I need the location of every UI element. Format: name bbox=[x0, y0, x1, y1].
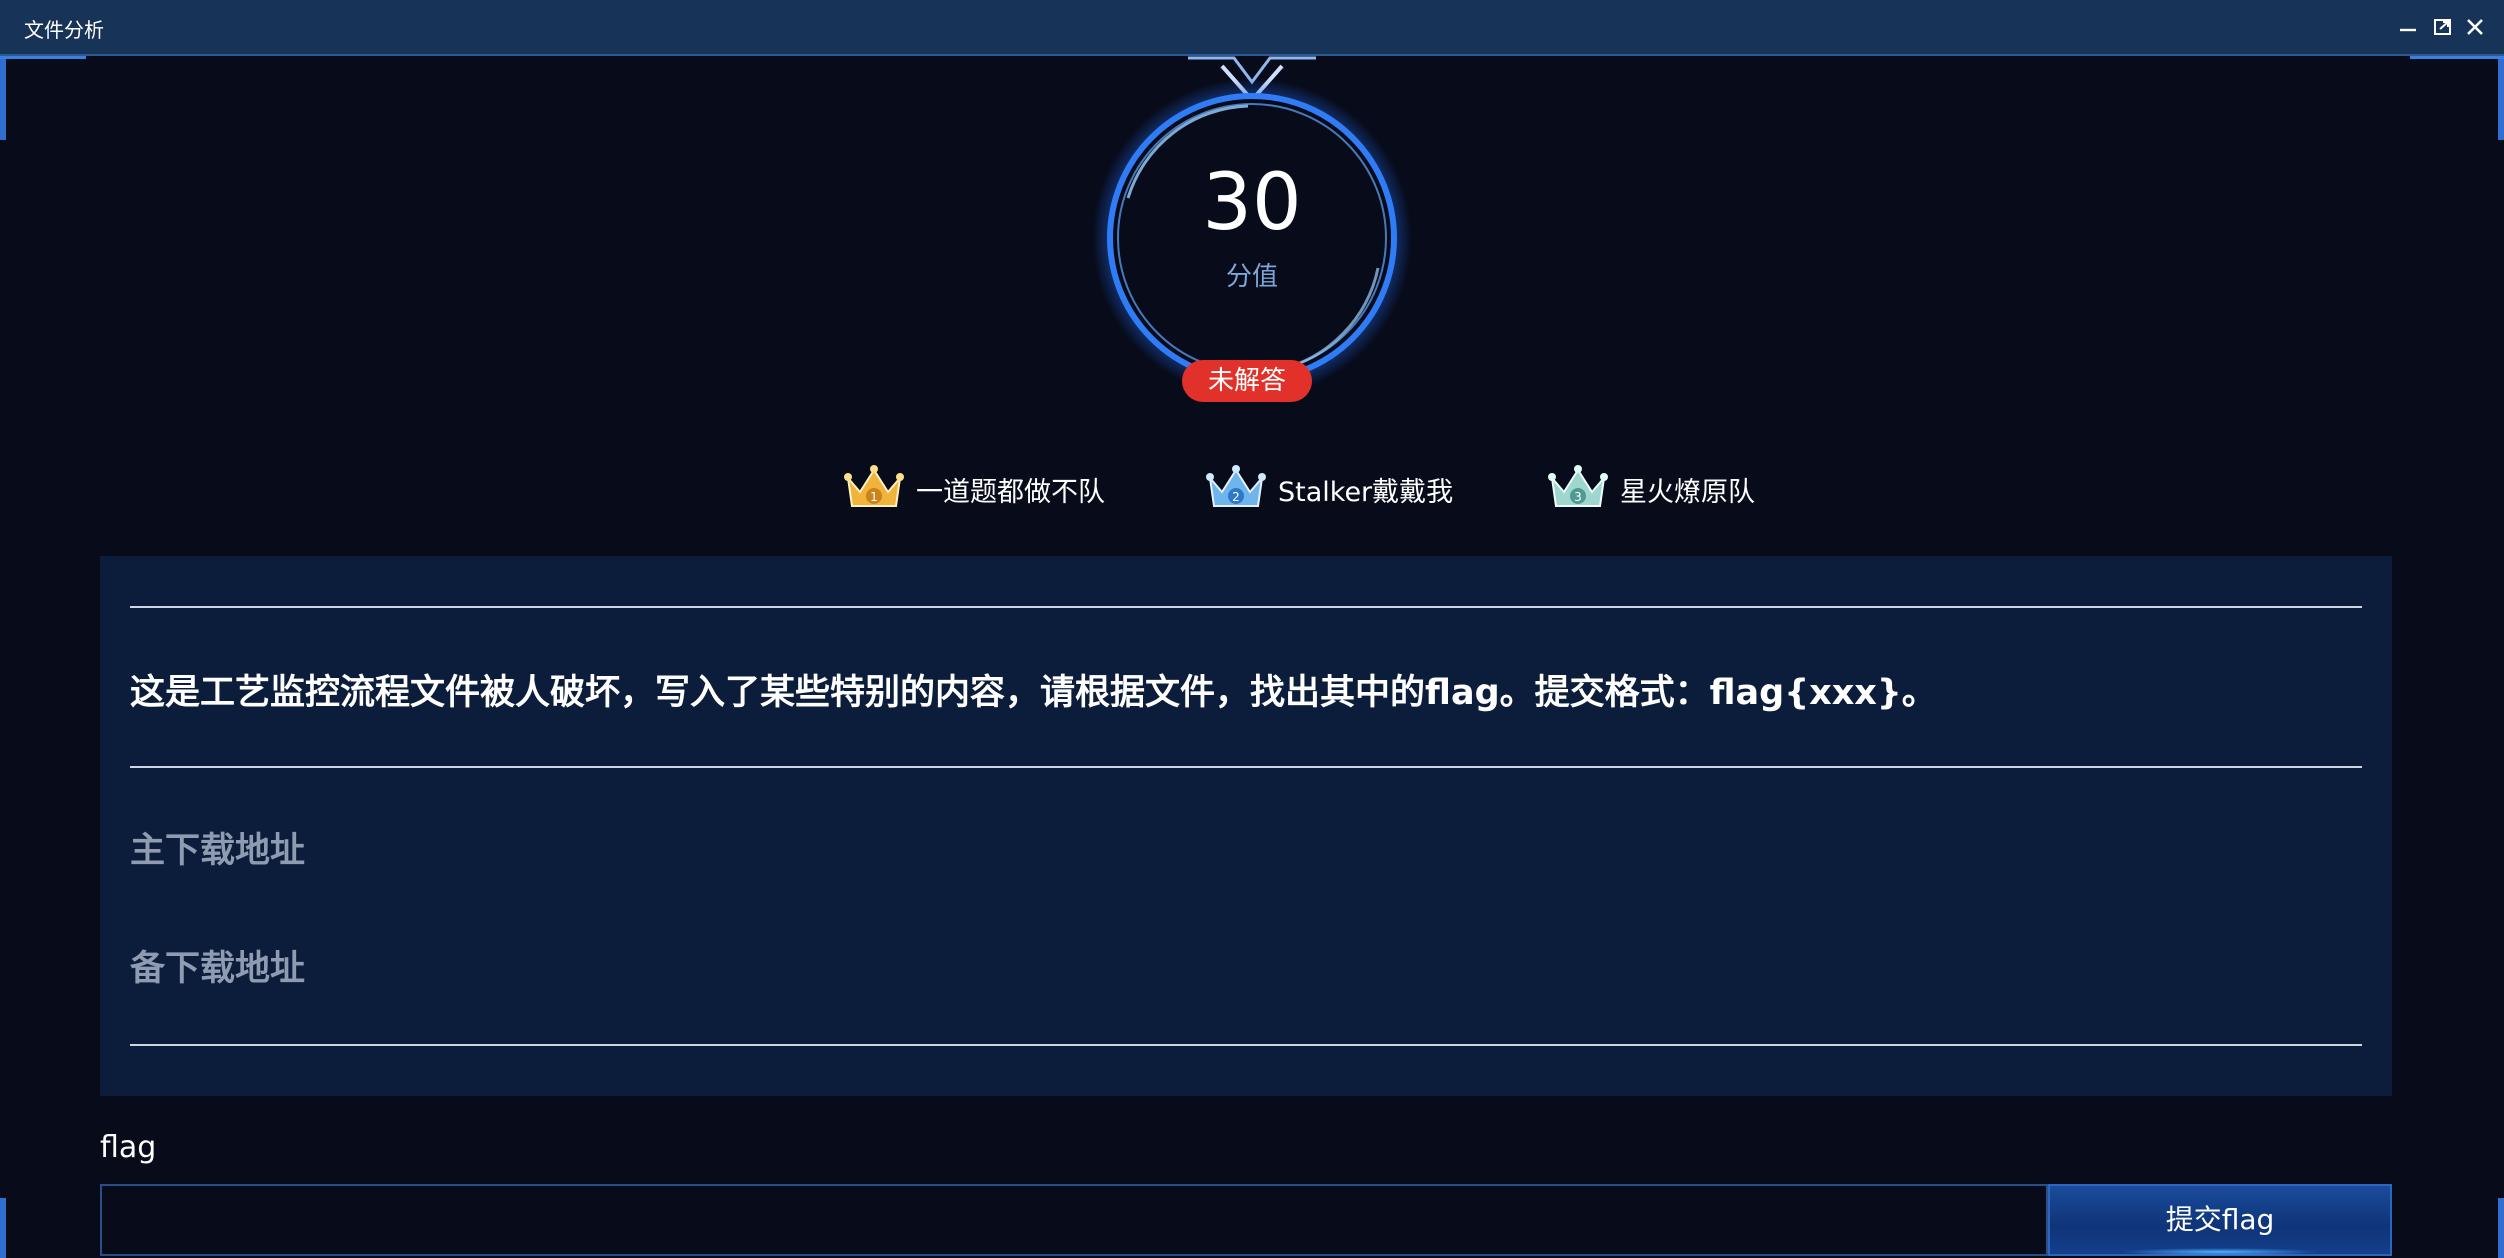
challenge-panel: 这是工艺监控流程文件被人破坏，写入了某些特别的内容，请根据文件，找出其中的fla… bbox=[100, 556, 2392, 1096]
flag-label: flag bbox=[100, 1130, 157, 1165]
maximize-icon[interactable] bbox=[2428, 12, 2458, 42]
close-icon[interactable] bbox=[2460, 12, 2490, 42]
divider bbox=[130, 766, 2362, 768]
app-window: 文件分析 30 分值 未解答 1 一道题都做不队 2 Stalker戴戴我 3 … bbox=[0, 0, 2504, 1258]
divider bbox=[130, 1044, 2362, 1046]
frame-accent bbox=[2410, 56, 2504, 59]
divider bbox=[130, 606, 2362, 608]
svg-text:1: 1 bbox=[870, 490, 878, 504]
title-bar: 文件分析 bbox=[0, 0, 2504, 56]
svg-text:2: 2 bbox=[1232, 490, 1240, 504]
ranking-team-name: 一道题都做不队 bbox=[916, 477, 1105, 508]
challenge-description: 这是工艺监控流程文件被人破坏，写入了某些特别的内容，请根据文件，找出其中的fla… bbox=[130, 673, 1937, 713]
frame-accent bbox=[0, 1198, 6, 1258]
submit-flag-button[interactable]: 提交flag bbox=[2048, 1184, 2392, 1256]
frame-accent bbox=[2498, 56, 2504, 140]
window-title: 文件分析 bbox=[24, 18, 104, 42]
frame-accent bbox=[0, 56, 86, 59]
frame-accent bbox=[0, 56, 6, 140]
score-label: 分值 bbox=[1225, 262, 1278, 292]
status-badge: 未解答 bbox=[1182, 360, 1312, 402]
backup-download-link[interactable]: 备下载地址 bbox=[130, 940, 305, 991]
button-glow bbox=[2120, 1248, 2320, 1256]
blue-crown-icon: 2 bbox=[1206, 465, 1266, 507]
frame-accent bbox=[2498, 1198, 2504, 1258]
gold-crown-icon: 1 bbox=[844, 465, 904, 507]
ranking-team-name: 星火燎原队 bbox=[1620, 477, 1755, 508]
teal-crown-icon: 3 bbox=[1548, 465, 1608, 507]
minimize-icon[interactable] bbox=[2394, 12, 2424, 42]
flag-input[interactable] bbox=[100, 1184, 2048, 1256]
ranking-team-name: Stalker戴戴我 bbox=[1278, 477, 1454, 508]
score-value: 30 bbox=[1202, 158, 1302, 248]
svg-text:3: 3 bbox=[1574, 490, 1582, 504]
main-download-link[interactable]: 主下载地址 bbox=[130, 822, 305, 873]
